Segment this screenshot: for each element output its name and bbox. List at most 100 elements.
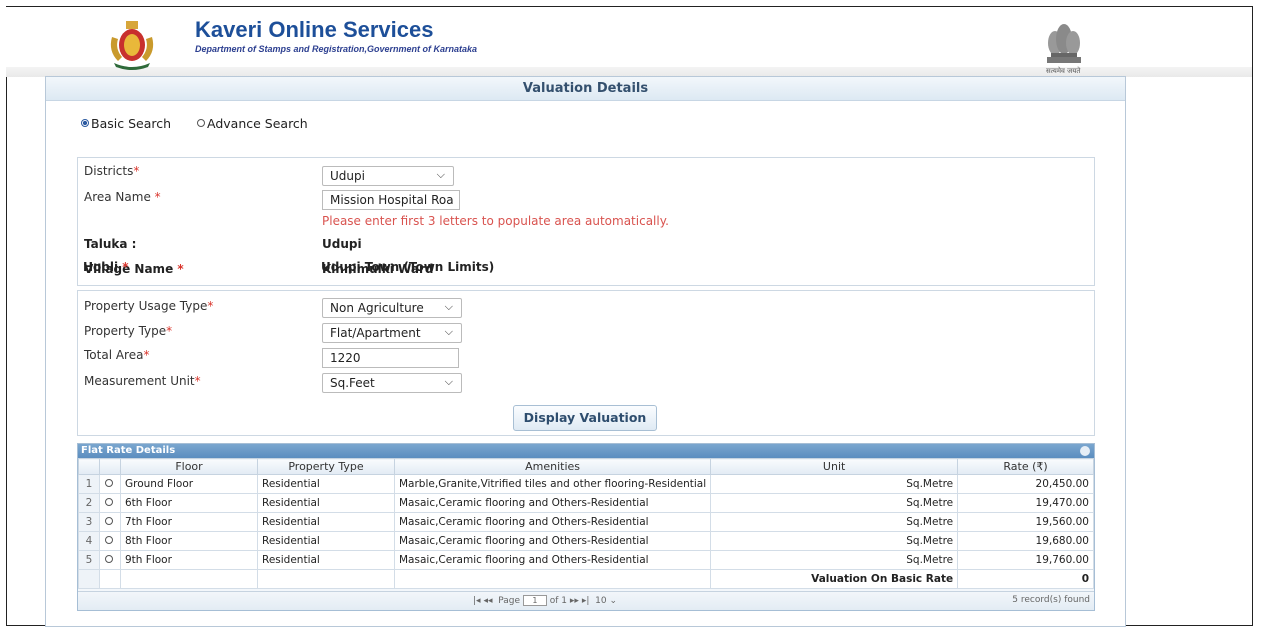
radio-dot[interactable] xyxy=(105,498,113,506)
cell-rate: 19,470.00 xyxy=(957,493,1094,513)
radio-basic-search[interactable]: Basic Search xyxy=(81,116,171,131)
district-select[interactable]: Udupi ⌵ xyxy=(322,166,454,186)
grid-caption-text: Flat Rate Details xyxy=(81,445,176,456)
cell-floor: Ground Floor xyxy=(120,474,258,494)
area-name-label: Area Name * xyxy=(84,190,161,204)
measurement-unit-select[interactable]: Sq.Feet ⌵ xyxy=(322,373,462,393)
property-section: Property Usage Type* Non Agriculture ⌵ Pr… xyxy=(77,290,1095,436)
page-label: Page xyxy=(498,596,521,606)
col-amenities[interactable]: Amenities xyxy=(393,458,712,475)
radio-dot[interactable] xyxy=(105,555,113,563)
row-number: 1 xyxy=(78,474,100,494)
row-select-radio[interactable] xyxy=(99,512,121,532)
last-page-icon[interactable]: ▸| xyxy=(582,596,590,606)
page-of-label: of 1 xyxy=(549,596,568,606)
cell-floor: 6th Floor xyxy=(120,493,258,513)
cell-amenities: Masaic,Ceramic flooring and Others-Resid… xyxy=(393,550,712,570)
usage-type-select[interactable]: Non Agriculture ⌵ xyxy=(322,298,462,318)
property-type-label: Property Type* xyxy=(84,324,173,338)
radio-basic-dot[interactable] xyxy=(81,119,89,127)
cell-unit: Sq.Metre xyxy=(710,474,959,494)
cell-amenities: Marble,Granite,Vitrified tiles and other… xyxy=(393,474,712,494)
valuation-panel: Valuation Details Basic Search Advance S… xyxy=(45,76,1126,627)
area-hint: Please enter first 3 letters to populate… xyxy=(322,214,669,228)
hobli-label: Hobli * xyxy=(83,260,129,274)
radio-advance-dot[interactable] xyxy=(197,119,205,127)
cell-property-type: Residential xyxy=(257,531,395,551)
cell-amenities: Masaic,Ceramic flooring and Others-Resid… xyxy=(393,531,712,551)
table-row[interactable]: 1 Ground Floor Residential Marble,Granite,V… xyxy=(78,474,1094,494)
grid-caption: Flat Rate Details xyxy=(78,444,1094,458)
select-header xyxy=(99,458,121,475)
first-page-icon[interactable]: |◂ xyxy=(473,596,481,606)
row-select-radio[interactable] xyxy=(99,474,121,494)
collapse-toggle-icon[interactable] xyxy=(1080,446,1090,456)
total-row: Valuation On Basic Rate 0 xyxy=(78,569,1094,589)
rownum-header xyxy=(78,458,100,475)
row-select-radio[interactable] xyxy=(99,550,121,570)
flat-rate-table: Floor Property Type Amenities Unit Rate … xyxy=(78,458,1094,589)
page-size-select[interactable]: 10 ⌄ xyxy=(595,596,617,606)
emblem-motto: सत्यमेव जयते xyxy=(1046,67,1081,75)
total-value: 0 xyxy=(957,569,1094,589)
cell-rate: 19,760.00 xyxy=(957,550,1094,570)
col-floor[interactable]: Floor xyxy=(120,458,258,475)
table-row[interactable]: 2 6th Floor Residential Masaic,Ceramic floo… xyxy=(78,493,1094,513)
total-area-label: Total Area* xyxy=(84,348,150,362)
search-mode-group: Basic Search Advance Search xyxy=(81,115,330,131)
cell-property-type: Residential xyxy=(257,474,395,494)
flat-rate-grid: Flat Rate Details Floor Property Type Am… xyxy=(77,443,1095,611)
cell-floor: 9th Floor xyxy=(120,550,258,570)
row-select-radio[interactable] xyxy=(99,531,121,551)
col-rate[interactable]: Rate (₹) xyxy=(957,458,1094,475)
national-emblem-icon xyxy=(1047,24,1081,63)
table-row[interactable]: 3 7th Floor Residential Masaic,Ceramic floo… xyxy=(78,512,1094,532)
panel-title: Valuation Details xyxy=(46,77,1125,101)
total-label: Valuation On Basic Rate xyxy=(710,569,959,589)
row-number: 3 xyxy=(78,512,100,532)
chevron-down-icon: ⌵ xyxy=(444,300,453,313)
cell-unit: Sq.Metre xyxy=(710,512,959,532)
table-row[interactable]: 4 8th Floor Residential Masaic,Ceramic floo… xyxy=(78,531,1094,551)
taluka-label: Taluka : xyxy=(84,237,137,251)
measurement-unit-label: Measurement Unit* xyxy=(84,374,201,388)
cell-amenities: Masaic,Ceramic flooring and Others-Resid… xyxy=(393,512,712,532)
cell-unit: Sq.Metre xyxy=(710,531,959,551)
cell-unit: Sq.Metre xyxy=(710,493,959,513)
radio-dot[interactable] xyxy=(105,536,113,544)
cell-rate: 20,450.00 xyxy=(957,474,1094,494)
chevron-down-icon: ⌵ xyxy=(444,375,453,388)
radio-advance-label: Advance Search xyxy=(207,115,308,131)
cell-floor: 7th Floor xyxy=(120,512,258,532)
radio-dot[interactable] xyxy=(105,479,113,487)
row-number: 4 xyxy=(78,531,100,551)
table-header-row: Floor Property Type Amenities Unit Rate … xyxy=(78,458,1094,475)
cell-amenities: Masaic,Ceramic flooring and Others-Resid… xyxy=(393,493,712,513)
prev-page-icon[interactable]: ◂◂ xyxy=(483,596,492,606)
row-number: 2 xyxy=(78,493,100,513)
cell-floor: 8th Floor xyxy=(120,531,258,551)
radio-advance-search[interactable]: Advance Search xyxy=(197,116,308,131)
cell-unit: Sq.Metre xyxy=(710,550,959,570)
property-type-select[interactable]: Flat/Apartment ⌵ xyxy=(322,323,462,343)
page-input[interactable]: 1 xyxy=(522,595,547,606)
next-page-icon[interactable]: ▸▸ xyxy=(570,596,579,606)
table-row[interactable]: 5 9th Floor Residential Masaic,Ceramic floo… xyxy=(78,550,1094,570)
pager-controls: |◂ ◂◂ Page 1 of 1 ▸▸ ▸| 10 ⌄ xyxy=(473,595,617,606)
site-subtitle: Department of Stamps and Registration,Go… xyxy=(195,44,478,54)
site-header: Kaveri Online Services Department of Sta… xyxy=(6,7,1252,77)
area-name-input[interactable]: Mission Hospital Roa xyxy=(322,190,460,210)
display-valuation-button[interactable]: Display Valuation xyxy=(513,405,657,431)
radio-dot[interactable] xyxy=(105,517,113,525)
grid-pager: |◂ ◂◂ Page 1 of 1 ▸▸ ▸| 10 ⌄ 5 record(s)… xyxy=(78,591,1094,610)
total-area-input[interactable]: 1220 xyxy=(322,348,459,368)
cell-rate: 19,680.00 xyxy=(957,531,1094,551)
karnataka-emblem-icon xyxy=(110,21,154,70)
cell-property-type: Residential xyxy=(257,550,395,570)
col-unit[interactable]: Unit xyxy=(710,458,959,475)
row-select-radio[interactable] xyxy=(99,493,121,513)
cell-property-type: Residential xyxy=(257,493,395,513)
chevron-down-icon: ⌵ xyxy=(436,168,445,181)
col-property-type[interactable]: Property Type xyxy=(257,458,395,475)
record-count: 5 record(s) found xyxy=(1012,595,1090,605)
